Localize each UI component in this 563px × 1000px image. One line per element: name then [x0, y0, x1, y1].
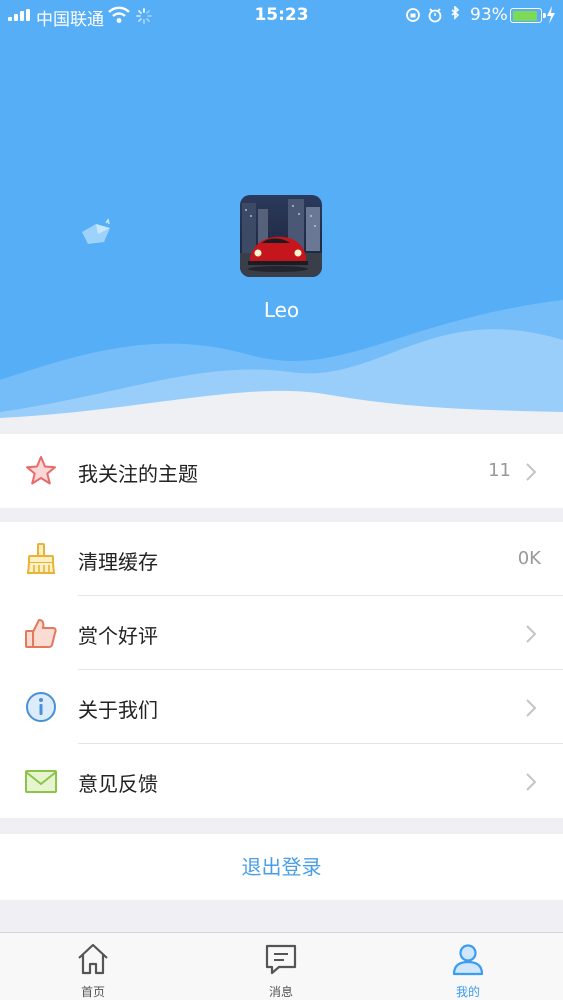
status-icons	[406, 6, 460, 23]
home-icon	[78, 943, 108, 975]
feedback-label: 意见反馈	[78, 772, 158, 796]
tab-mine[interactable]: 我的	[398, 933, 538, 1000]
settings-list: 清理缓存 0K 赏个好评 关于我们 意见反馈	[0, 522, 563, 818]
mail-icon	[25, 770, 57, 793]
profile-header: 中国联通 15:23 93% Leo	[0, 0, 563, 430]
tab-home-label: 首页	[80, 985, 105, 999]
list-item-followed-topics[interactable]: 我关注的主题 11	[0, 434, 563, 508]
gem-icon[interactable]	[78, 218, 114, 248]
chevron-right-icon	[526, 699, 537, 717]
list-item-about-us[interactable]: 关于我们	[0, 670, 563, 744]
followed-topics-label: 我关注的主题	[78, 462, 198, 486]
broom-icon	[26, 543, 56, 574]
list-item-clear-cache[interactable]: 清理缓存 0K	[0, 522, 563, 596]
tab-home[interactable]: 首页	[23, 933, 163, 1000]
info-icon	[26, 692, 56, 722]
chevron-right-icon	[526, 463, 537, 481]
tab-messages[interactable]: 消息	[211, 933, 351, 1000]
tab-mine-label: 我的	[455, 985, 480, 999]
rate-app-label: 赏个好评	[78, 624, 158, 648]
rotation-lock-icon	[406, 8, 420, 22]
charging-icon	[547, 6, 555, 24]
cache-size: 0K	[517, 548, 541, 569]
alarm-icon	[428, 8, 442, 23]
about-us-label: 关于我们	[78, 698, 158, 722]
tab-messages-label: 消息	[268, 985, 293, 999]
battery-fill	[512, 10, 538, 21]
status-bar: 中国联通 15:23 93%	[0, 0, 563, 32]
list-item-rate-app[interactable]: 赏个好评	[0, 596, 563, 670]
chevron-right-icon	[526, 773, 537, 791]
clear-cache-label: 清理缓存	[78, 550, 158, 574]
message-icon	[265, 944, 297, 975]
tab-bar: 首页 消息 我的	[0, 932, 563, 1000]
star-icon	[26, 456, 56, 485]
battery-percent: 93%	[470, 5, 508, 25]
avatar[interactable]	[240, 195, 322, 277]
profile-icon	[452, 944, 484, 976]
chevron-right-icon	[526, 625, 537, 643]
primary-list: 我关注的主题 11	[0, 434, 563, 508]
followed-topics-count: 11	[488, 460, 511, 481]
username: Leo	[263, 298, 300, 322]
logout-label: 退出登录	[241, 855, 322, 879]
logout-button[interactable]: 退出登录	[0, 834, 563, 900]
list-item-feedback[interactable]: 意见反馈	[0, 744, 563, 818]
red-car-avatar	[240, 195, 322, 277]
battery-icon	[510, 8, 546, 23]
thumbs-up-icon	[25, 619, 57, 648]
bluetooth-icon	[451, 6, 460, 20]
